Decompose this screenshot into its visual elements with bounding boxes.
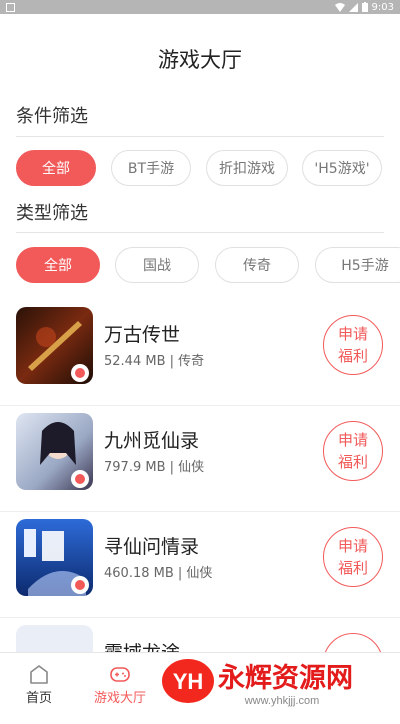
watermark: YH 永辉资源网 www.yhkjjj.com: [160, 655, 400, 707]
condition-filter-label: 条件筛选: [16, 106, 88, 127]
apply-welfare-button[interactable]: 申请 福利: [323, 315, 383, 375]
home-icon: [30, 665, 48, 684]
apply-welfare-button[interactable]: 申请 福利: [323, 421, 383, 481]
game-name: 万古传世: [104, 324, 181, 346]
game-meta: 460.18 MB | 仙侠: [104, 566, 213, 581]
type-chip-guozhan[interactable]: 国战: [115, 247, 199, 283]
condition-chip-h5[interactable]: 'H5游戏': [302, 150, 382, 186]
status-right: 9:03: [334, 1, 400, 13]
page-title: 游戏大厅: [158, 48, 242, 72]
wifi-icon: [334, 2, 345, 12]
type-chip-h5[interactable]: H5手游: [315, 247, 400, 283]
status-left: [0, 2, 15, 12]
tab-home[interactable]: 首页: [4, 657, 74, 707]
apply-line1: 申请: [337, 431, 368, 449]
type-chip-chuanqi[interactable]: 传奇: [215, 247, 299, 283]
game-icon: [16, 413, 93, 490]
condition-chip-bt[interactable]: BT手游: [111, 150, 191, 186]
watermark-url: www.yhkjjj.com: [244, 695, 320, 707]
tab-home-label: 首页: [25, 691, 52, 706]
game-list-item[interactable]: 万古传世 52.44 MB | 传奇 申请 福利: [0, 300, 400, 406]
apply-line1: 申请: [337, 537, 368, 555]
gamepad-icon: [110, 667, 130, 682]
apply-line2: 福利: [337, 347, 368, 365]
watermark-logo: YH: [173, 669, 204, 694]
type-divider: [16, 232, 384, 233]
tab-game-hall[interactable]: 游戏大厅: [84, 657, 156, 707]
condition-chip-discount[interactable]: 折扣游戏: [206, 150, 288, 186]
game-meta: 52.44 MB | 传奇: [104, 354, 205, 369]
game-icon: [16, 519, 93, 596]
apply-line2: 福利: [337, 559, 368, 577]
apply-line2: 福利: [337, 453, 368, 471]
game-meta: 797.9 MB | 仙侠: [104, 460, 205, 475]
game-list-item[interactable]: 九州觅仙录 797.9 MB | 仙侠 申请 福利: [0, 406, 400, 512]
apply-line1: 申请: [337, 325, 368, 343]
signal-icon: [348, 2, 358, 12]
game-name: 寻仙问情录: [104, 536, 200, 558]
status-bar: 9:03: [0, 0, 400, 14]
game-icon: [16, 307, 93, 384]
apply-welfare-button[interactable]: 申请 福利: [323, 527, 383, 587]
status-time: 9:03: [371, 1, 394, 13]
condition-chip-all[interactable]: 全部: [16, 150, 96, 186]
tab-game-hall-label: 游戏大厅: [93, 691, 146, 706]
type-chip-row: 全部 国战 传奇 H5手游: [0, 247, 400, 285]
type-filter-label: 类型筛选: [16, 203, 88, 224]
type-chip-all[interactable]: 全部: [16, 247, 100, 283]
condition-divider: [16, 136, 384, 137]
game-name: 九州觅仙录: [104, 430, 200, 452]
watermark-brand: 永辉资源网: [217, 663, 353, 694]
notification-icon: [6, 2, 15, 12]
condition-chip-row: 全部 BT手游 折扣游戏 'H5游戏': [0, 150, 400, 188]
battery-icon: [361, 2, 368, 12]
game-list-item[interactable]: 寻仙问情录 460.18 MB | 仙侠 申请 福利: [0, 512, 400, 618]
